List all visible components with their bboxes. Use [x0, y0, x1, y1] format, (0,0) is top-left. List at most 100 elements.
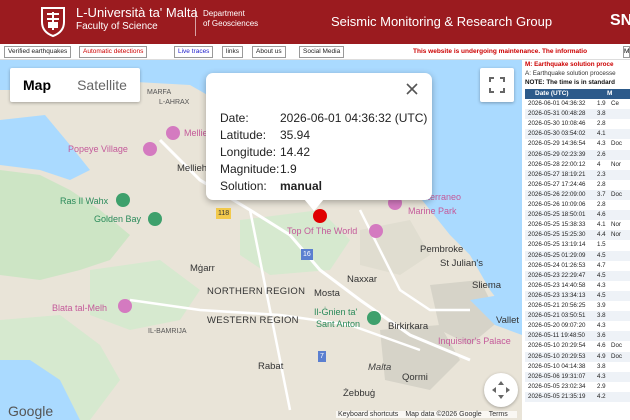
table-row[interactable]: 2026-05-21 20:56:25 3.9 [525, 301, 630, 311]
fullscreen-button[interactable] [480, 68, 514, 102]
nav-links[interactable]: links [222, 46, 244, 58]
table-row[interactable]: 2026-05-23 22:29:47 4.5 [525, 270, 630, 281]
table-row[interactable]: 2026-05-23 14:40:58 4.3 [525, 281, 630, 291]
label-golden-bay: Golden Bay [94, 214, 142, 224]
table-row[interactable]: 2026-05-25 13:19:14 1.5 [525, 240, 630, 250]
row-date: 2026-05-10 20:29:53 [528, 352, 586, 360]
table-row[interactable]: 2026-05-25 01:29:09 4.5 [525, 250, 630, 261]
table-row[interactable]: 2026-05-26 10:09:06 2.8 [525, 200, 630, 210]
table-row[interactable]: 2026-05-05 23:02:34 2.9 [525, 382, 630, 392]
row-date: 2026-05-25 15:25:30 [528, 231, 586, 239]
table-row[interactable]: 2026-05-29 14:36:54 4.3 Doc [525, 139, 630, 149]
info-solution-label: Solution: [220, 179, 267, 193]
row-date: 2026-05-11 19:48:50 [528, 332, 585, 340]
ras-il-wahx-icon[interactable] [116, 193, 130, 207]
info-longitude-label: Longitude: [220, 145, 277, 159]
brand-fragment: SN [610, 12, 630, 29]
table-row[interactable]: 2026-05-05 21:35:19 4.2 [525, 391, 630, 402]
table-row[interactable]: 2026-05-24 01:26:53 4.7 [525, 261, 630, 271]
row-magnitude: 2.8 [597, 180, 606, 188]
nav-trailing-button[interactable]: M [623, 46, 630, 58]
terms-link[interactable]: Terms [489, 411, 508, 418]
nav-automatic-detections[interactable]: Automatic detections [79, 46, 148, 58]
maintenance-notice: This website is undergoing maintenance. … [413, 48, 588, 55]
row-magnitude: 4.7 [597, 261, 606, 269]
table-row[interactable]: 2026-05-25 15:25:30 4.4 Nor [525, 230, 630, 241]
table-row[interactable]: 2026-05-23 13:34:13 4.5 [525, 290, 630, 301]
nav-about-us[interactable]: About us [252, 46, 286, 58]
nav-verified-earthquakes[interactable]: Verified earthquakes [4, 46, 72, 58]
row-magnitude: 4.4 [597, 231, 606, 239]
table-row[interactable]: 2026-05-27 18:19:21 2.3 [525, 169, 630, 180]
earthquake-list-panel[interactable]: M: Earthquake solution proce A: Earthqua… [522, 60, 630, 420]
table-row[interactable]: 2026-05-20 09:07:20 4.3 [525, 321, 630, 331]
poi-pink-icon[interactable] [166, 126, 180, 140]
sant-anton-icon[interactable] [367, 311, 381, 325]
label-sliema: Sliema [472, 280, 502, 291]
university-crest-icon [41, 7, 65, 38]
row-suffix: Nor [611, 160, 621, 168]
close-icon[interactable] [405, 82, 419, 96]
label-qormi: Qormi [402, 372, 428, 383]
row-magnitude: 4.3 [597, 281, 606, 289]
table-header: Date (UTC) M [525, 89, 630, 99]
camera-control-button[interactable] [484, 373, 518, 407]
row-date: 2026-05-27 18:19:21 [528, 170, 586, 178]
row-magnitude: 2.9 [597, 382, 606, 390]
table-row[interactable]: 2026-05-25 18:50:01 4.6 [525, 210, 630, 221]
label-birkirkara: Birkirkara [388, 321, 429, 332]
row-date: 2026-05-24 01:26:53 [528, 261, 586, 269]
row-magnitude: 1.5 [597, 241, 606, 249]
row-date: 2026-05-26 10:09:06 [528, 201, 586, 208]
table-row[interactable]: 2026-05-06 19:31:07 4.3 [525, 371, 630, 382]
label-popeye-village: Popeye Village [68, 144, 128, 154]
row-magnitude: 3.8 [597, 110, 606, 118]
label-naxxar: Naxxar [347, 274, 378, 285]
table-row[interactable]: 2026-05-10 20:29:53 4.9 Doc [525, 351, 630, 362]
top-of-the-world-icon[interactable] [369, 224, 383, 238]
label-mosta: Mosta [314, 288, 340, 299]
row-magnitude: 1.9 [597, 100, 606, 107]
blata-tal-melh-icon[interactable] [118, 299, 132, 313]
row-magnitude: 4.5 [597, 271, 606, 279]
table-row[interactable]: 2026-05-27 17:24:46 2.8 [525, 180, 630, 190]
map-canvas[interactable]: Map Satellite MARFA L-AHRAX Mellie Popey… [0, 60, 522, 420]
label-top-of-the-world: Top Of The World [287, 226, 358, 236]
nav-social-media[interactable]: Social Media [299, 46, 345, 58]
label-mellieha-poi: Mellie [184, 128, 208, 138]
row-date: 2026-05-06 19:31:07 [528, 372, 586, 380]
row-date: 2026-05-26 22:09:00 [528, 190, 586, 198]
university-name: L-Università ta' Malta [76, 5, 198, 20]
table-row[interactable]: 2026-06-01 04:36:32 1.9 Ce [525, 99, 630, 109]
map-type-map-button[interactable]: Map [10, 68, 64, 102]
row-date: 2026-05-31 00:48:28 [528, 110, 586, 118]
row-date: 2026-05-21 20:56:25 [528, 302, 586, 309]
popeye-village-icon[interactable] [143, 142, 157, 156]
table-row[interactable]: 2026-05-30 10:08:46 2.8 [525, 119, 630, 129]
table-row[interactable]: 2026-05-10 04:14:38 3.8 [525, 362, 630, 372]
row-suffix: Doc [611, 352, 623, 360]
row-magnitude: 4.3 [597, 372, 606, 380]
golden-bay-icon[interactable] [148, 212, 162, 226]
nav-live-traces[interactable]: Live traces [174, 46, 214, 58]
table-row[interactable]: 2026-05-30 03:54:02 4.1 [525, 129, 630, 140]
map-type-satellite-button[interactable]: Satellite [64, 68, 140, 102]
row-date: 2026-05-10 20:29:54 [528, 342, 586, 350]
table-row[interactable]: 2026-05-28 22:00:12 4 Nor [525, 160, 630, 170]
table-row[interactable]: 2026-05-26 22:09:00 3.7 Doc [525, 189, 630, 200]
row-suffix: Doc [611, 140, 623, 148]
table-row[interactable]: 2026-05-11 19:48:50 3.6 [525, 331, 630, 342]
table-row[interactable]: 2026-05-10 20:29:54 4.6 Doc [525, 341, 630, 351]
nav-bar: Verified earthquakes Automatic detection… [0, 44, 630, 60]
keyboard-shortcuts-link[interactable]: Keyboard shortcuts [338, 411, 398, 418]
table-row[interactable]: 2026-05-31 00:48:28 3.8 [525, 109, 630, 120]
epicenter-marker[interactable] [313, 209, 327, 223]
table-row[interactable]: 2026-05-25 15:38:33 4.1 Nor [525, 220, 630, 230]
label-northern-region: NORTHERN REGION [207, 286, 306, 297]
row-date: 2026-05-25 13:19:14 [528, 241, 586, 249]
panel-note-time: NOTE: The time is in standard [525, 79, 615, 86]
table-row[interactable]: 2026-05-29 02:23:39 2.6 [525, 149, 630, 160]
row-magnitude: 4.3 [597, 322, 606, 330]
table-row[interactable]: 2026-05-21 03:50:51 3.8 [525, 311, 630, 322]
department-line-1: Department [203, 9, 245, 18]
